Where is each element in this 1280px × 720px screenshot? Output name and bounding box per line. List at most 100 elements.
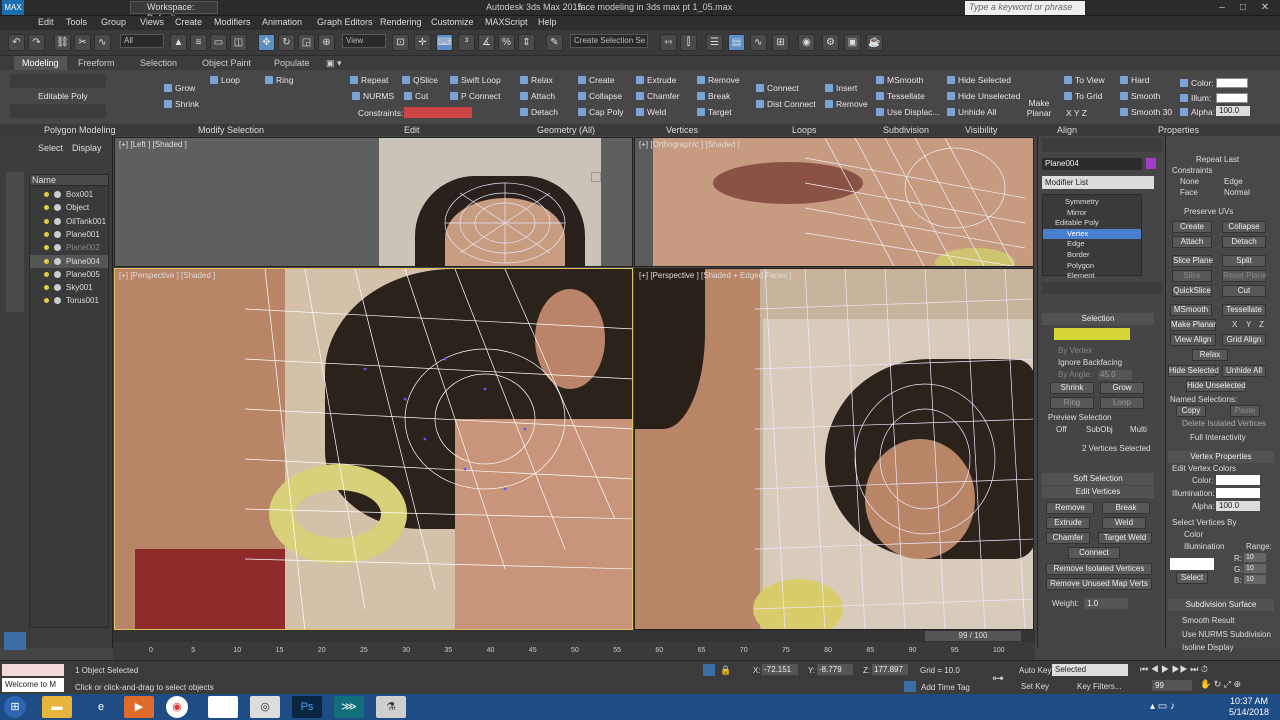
ring-button[interactable]: Ring xyxy=(265,75,293,85)
ribbon-options-icon[interactable]: ▣ ▾ xyxy=(326,58,342,69)
object-visibility-icon[interactable] xyxy=(54,244,61,252)
select-by-name-icon[interactable]: ≡ xyxy=(190,34,207,51)
subobject-level-icons[interactable] xyxy=(1054,328,1130,340)
add-time-tag[interactable]: Add Time Tag xyxy=(921,683,970,692)
planar-y-button[interactable]: Y xyxy=(1246,320,1251,329)
vertex-alpha-input[interactable]: 100.0 xyxy=(1216,501,1260,511)
named-selection-icon[interactable]: ✎ xyxy=(546,34,563,51)
scene-object-row[interactable]: Plane002 xyxy=(30,241,108,254)
schematic-icon[interactable]: ⊞ xyxy=(772,34,789,51)
layer-explorer-icon[interactable] xyxy=(4,632,26,650)
soft-selection-rollout[interactable]: Soft Selection xyxy=(1042,473,1154,485)
viewport-orthographic[interactable]: [+] [Orthographic ] [Shaded ] xyxy=(634,137,1034,267)
menu-help[interactable]: Help xyxy=(538,17,557,27)
view-align-button[interactable]: View Align xyxy=(1170,334,1216,346)
vertex-weld-button[interactable]: Weld xyxy=(1102,517,1146,529)
selection-rollout[interactable]: Selection xyxy=(1042,313,1154,325)
search-input[interactable]: Type a keyword or phrase xyxy=(965,1,1085,15)
vertex-connect-button[interactable]: Connect xyxy=(1068,547,1120,559)
menu-group[interactable]: Group xyxy=(101,17,126,27)
attach-button[interactable]: Attach xyxy=(520,91,555,101)
ie-icon[interactable]: e xyxy=(86,696,116,718)
select-by-color-radio[interactable]: Color xyxy=(1184,530,1203,539)
constraint-face-radio[interactable]: Face xyxy=(1180,188,1198,197)
align-icon[interactable]: ⫿ xyxy=(680,34,697,51)
preview-subobj-radio[interactable]: SubObj xyxy=(1086,425,1113,434)
object-visibility-icon[interactable] xyxy=(54,297,61,305)
ignore-backfacing-checkbox[interactable]: Ignore Backfacing xyxy=(1058,358,1122,367)
connect-button[interactable]: Connect xyxy=(756,83,799,93)
nurms-button[interactable]: NURMS xyxy=(352,91,394,101)
hide-selected-button[interactable]: Hide Selected xyxy=(947,75,1011,85)
constraint-edge-radio[interactable]: Edge xyxy=(1224,177,1243,186)
modifier-list-dropdown[interactable]: Modifier List xyxy=(1042,176,1154,189)
window-crossing-icon[interactable]: ◫ xyxy=(230,34,247,51)
photoshop-icon[interactable]: Ps xyxy=(292,696,322,718)
alpha-input[interactable]: 100.0 xyxy=(1216,106,1250,116)
section-vertices[interactable]: Vertices xyxy=(666,125,698,135)
light-bulb-icon[interactable] xyxy=(44,245,49,251)
planar-z-button[interactable]: Z xyxy=(1259,320,1264,329)
tessellate-button[interactable]: Tessellate xyxy=(876,91,925,101)
menu-modifiers[interactable]: Modifiers xyxy=(214,17,251,27)
material-editor-icon[interactable]: ◉ xyxy=(798,34,815,51)
tab-modeling[interactable]: Modeling xyxy=(14,56,67,70)
quickslice-button[interactable]: QuickSlice xyxy=(1172,285,1212,297)
viewport-left[interactable]: [+] [Left ] [Shaded ] xyxy=(114,137,633,267)
undo-icon[interactable]: ↶ xyxy=(8,34,25,51)
unhide-all-button[interactable]: Unhide All xyxy=(1222,365,1266,377)
sel-grow-button[interactable]: Grow xyxy=(1100,382,1144,394)
tab-select[interactable]: Select xyxy=(38,143,63,153)
bind-spacewarp-icon[interactable]: ∿ xyxy=(94,34,111,51)
split-checkbox[interactable]: Split xyxy=(1222,255,1266,267)
qslice-button[interactable]: QSlice xyxy=(402,75,438,85)
key-mode-dropdown[interactable]: Selected xyxy=(1052,664,1128,676)
section-polygon-modeling[interactable]: Polygon Modeling xyxy=(44,125,116,135)
clock-time[interactable]: 10:37 AM xyxy=(1222,696,1276,706)
vertex-chamfer-button[interactable]: Chamfer xyxy=(1046,532,1090,544)
scene-object-row[interactable]: Object xyxy=(30,201,108,214)
modifier-stack-item[interactable]: Border xyxy=(1043,250,1141,260)
z-coord-input[interactable]: 177.897 xyxy=(872,664,908,675)
scene-object-row[interactable]: Plane005 xyxy=(30,268,108,281)
curve-editor-icon[interactable]: ∿ xyxy=(750,34,767,51)
break-button[interactable]: Break xyxy=(697,91,730,101)
menu-animation[interactable]: Animation xyxy=(262,17,302,27)
auto-key-button[interactable]: Auto Key xyxy=(1019,666,1051,675)
object-visibility-icon[interactable] xyxy=(54,204,61,212)
clock-date[interactable]: 5/14/2018 xyxy=(1222,707,1276,717)
grid-align-button[interactable]: Grid Align xyxy=(1222,334,1266,346)
slice-plane-button[interactable]: Slice Plane xyxy=(1172,255,1213,267)
scene-object-row[interactable]: Torus001 xyxy=(30,294,108,307)
light-bulb-icon[interactable] xyxy=(44,298,49,304)
smooth-button[interactable]: Smooth xyxy=(1120,91,1160,101)
ribbon-icon[interactable]: ▤ xyxy=(728,34,745,51)
section-geometry[interactable]: Geometry (All) xyxy=(537,125,595,135)
unhide-all-button[interactable]: Unhide All xyxy=(947,107,996,117)
color-swatch[interactable] xyxy=(1216,78,1248,88)
illumination-swatch[interactable] xyxy=(1216,488,1260,498)
vertex-properties-rollout[interactable]: Vertex Properties xyxy=(1168,451,1274,463)
select-by-illum-radio[interactable]: Illumination xyxy=(1184,542,1224,551)
make-planar-button[interactable]: Make Planar xyxy=(1026,98,1052,118)
time-slider-track[interactable] xyxy=(113,630,1035,642)
hide-unselected-button[interactable]: Hide Unselected xyxy=(1186,380,1246,392)
minimize-icon[interactable]: – xyxy=(1215,1,1229,14)
close-icon[interactable]: ✕ xyxy=(1258,1,1272,14)
remove-button[interactable]: Remove xyxy=(697,75,740,85)
section-align[interactable]: Align xyxy=(1057,125,1077,135)
use-displace-button[interactable]: Use Displac... xyxy=(876,107,939,117)
menu-tools[interactable]: Tools xyxy=(66,17,87,27)
scene-object-row[interactable]: Plane001 xyxy=(30,228,108,241)
layer-icon[interactable]: ☰ xyxy=(706,34,723,51)
spinner-snap-icon[interactable]: ⇕ xyxy=(518,34,535,51)
object-visibility-icon[interactable] xyxy=(54,217,61,225)
collapse-button[interactable]: Collapse xyxy=(1222,221,1266,233)
menu-customize[interactable]: Customize xyxy=(431,17,474,27)
chrome-icon[interactable]: ◉ xyxy=(166,696,188,718)
playback-controls[interactable]: ⏮ ◀ ▶ ▶▶ ⏭ ⏱ xyxy=(1140,664,1278,677)
x-coord-input[interactable]: -72.151 xyxy=(762,664,798,675)
menu-edit[interactable]: Edit xyxy=(38,17,54,27)
msmooth-button[interactable]: MSmooth xyxy=(1170,304,1212,316)
timeline[interactable]: 99 / 100 0 5 10 15 20 25 30 35 40 45 50 55 60 65 70 75 8… xyxy=(113,630,1035,660)
